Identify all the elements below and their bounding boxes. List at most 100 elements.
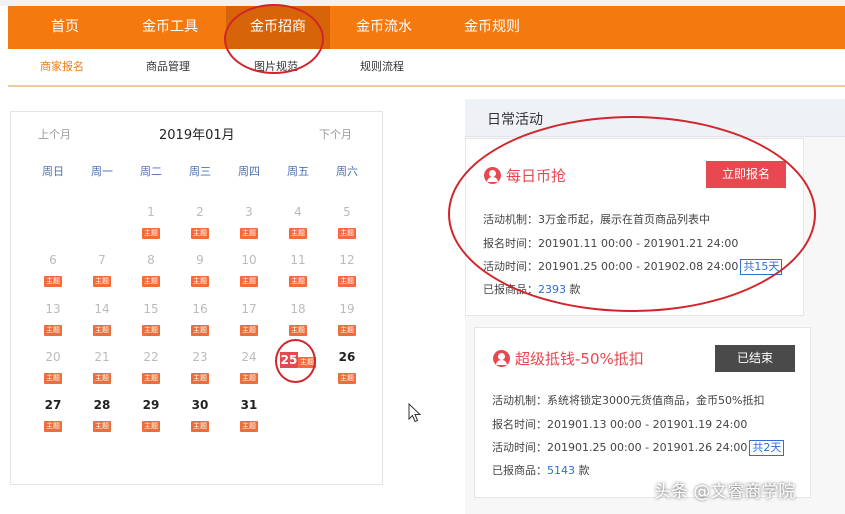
activity-card-daily: 每日币抢 立即报名 活动机制：3万金币起，展示在首页商品列表中 报名时间：201… — [465, 138, 804, 316]
calendar-day[interactable]: 1 主题 — [131, 204, 171, 239]
calendar-day[interactable]: 2 主题 — [180, 204, 220, 239]
calendar-day[interactable]: 18 主题 — [278, 301, 318, 336]
calendar-day[interactable]: 14 主题 — [82, 301, 122, 336]
next-month-button[interactable]: 下个月 — [319, 126, 352, 142]
nav-item-home[interactable]: 首页 — [30, 6, 100, 49]
calendar-day[interactable]: 29 主题 — [131, 397, 171, 432]
day-number: 18 — [290, 302, 306, 316]
weekday-label: 周二 — [140, 165, 162, 178]
theme-tag: 主题 — [191, 421, 209, 432]
day-number: 29 — [142, 398, 160, 412]
day-number: 16 — [192, 302, 208, 316]
card-goods-label: 已报商品： — [492, 464, 547, 477]
theme-tag: 主题 — [240, 276, 258, 287]
card-goods-label: 已报商品： — [483, 283, 538, 296]
card-goods: 已报商品：5143 款 — [492, 462, 590, 478]
day-number: 23 — [192, 350, 208, 364]
calendar-day[interactable]: 28 主题 — [82, 397, 122, 432]
theme-tag: 主题 — [240, 421, 258, 432]
calendar-day[interactable]: 22 主题 — [131, 349, 171, 384]
calendar-day[interactable]: 23 主题 — [180, 349, 220, 384]
card-title: 超级抵钱-50%抵扣 — [515, 350, 644, 368]
sub-nav: 商家报名 商品管理 图片规范 规则流程 — [8, 49, 845, 87]
calendar-day[interactable]: 10 主题 — [229, 252, 269, 287]
theme-tag: 主题 — [142, 421, 160, 432]
activity-header-title: 日常活动 — [487, 112, 543, 128]
calendar-day[interactable]: 21 主题 — [82, 349, 122, 384]
calendar-day[interactable]: 19 主题 — [327, 301, 367, 336]
calendar-day[interactable]: 17 主题 — [229, 301, 269, 336]
weekday-label: 周五 — [287, 165, 309, 178]
prev-month-button[interactable]: 上个月 — [38, 126, 71, 142]
calendar-day[interactable]: 12 主题 — [327, 252, 367, 287]
day-number: 6 — [49, 253, 57, 267]
calendar-day[interactable]: 5 主题 — [327, 204, 367, 239]
signup-button[interactable]: 立即报名 — [706, 161, 786, 188]
ended-button: 已结束 — [715, 345, 795, 372]
activity-header: 日常活动 — [465, 99, 845, 137]
day-number: 12 — [339, 253, 355, 267]
weekday-label: 周四 — [238, 165, 260, 178]
nav-item-coin-recruit[interactable]: 金币招商 — [226, 6, 330, 49]
calendar-day[interactable]: 13 主题 — [33, 301, 73, 336]
day-number: 15 — [143, 302, 159, 316]
card-days-badge: 共2天 — [749, 440, 785, 456]
calendar-day[interactable]: 6 主题 — [33, 252, 73, 287]
day-number: 25 — [280, 352, 298, 368]
subnav-goods-manage[interactable]: 商品管理 — [146, 49, 190, 85]
calendar-day[interactable]: 8 主题 — [131, 252, 171, 287]
calendar-title: 2019年01月 — [159, 128, 235, 143]
calendar-day[interactable]: 26 主题 — [327, 349, 367, 384]
day-number: 2 — [196, 205, 204, 219]
day-number: 5 — [343, 205, 351, 219]
theme-tag: 主题 — [338, 276, 356, 287]
card-goods-unit: 款 — [566, 283, 581, 296]
theme-tag: 主题 — [142, 325, 160, 336]
calendar-day[interactable]: 30 主题 — [180, 397, 220, 432]
calendar-day[interactable]: 31 主题 — [229, 397, 269, 432]
calendar-day[interactable]: 16 主题 — [180, 301, 220, 336]
day-number: 11 — [290, 253, 306, 267]
theme-tag: 主题 — [191, 325, 209, 336]
subnav-merchant-signup[interactable]: 商家报名 — [40, 49, 84, 85]
calendar-day[interactable]: 15 主题 — [131, 301, 171, 336]
theme-tag: 主题 — [338, 325, 356, 336]
subnav-rules-flow[interactable]: 规则流程 — [360, 49, 404, 85]
theme-tag: 主题 — [93, 421, 111, 432]
calendar-day[interactable]: 4 主题 — [278, 204, 318, 239]
nav-item-coin-rules[interactable]: 金币规则 — [446, 6, 538, 49]
day-number: 4 — [294, 205, 302, 219]
theme-tag: 主题 — [240, 228, 258, 239]
calendar-day[interactable]: 27 主题 — [33, 397, 73, 432]
day-number: 27 — [44, 398, 62, 412]
theme-tag: 主题 — [191, 373, 209, 384]
calendar-day-today[interactable]: 25 主题 — [278, 349, 318, 368]
theme-tag: 主题 — [338, 373, 356, 384]
subnav-image-spec[interactable]: 图片规范 — [254, 49, 298, 85]
day-number: 14 — [94, 302, 110, 316]
card-goods-count[interactable]: 2393 — [538, 283, 566, 296]
calendar-day[interactable]: 3 主题 — [229, 204, 269, 239]
day-number: 3 — [245, 205, 253, 219]
nav-item-coin-tools[interactable]: 金币工具 — [124, 6, 216, 49]
day-number: 19 — [339, 302, 355, 316]
card-goods-count[interactable]: 5143 — [547, 464, 575, 477]
mouse-cursor-icon — [408, 403, 421, 423]
theme-tag: 主题 — [289, 228, 307, 239]
calendar-day[interactable]: 7 主题 — [82, 252, 122, 287]
calendar-day[interactable]: 24 主题 — [229, 349, 269, 384]
day-number: 31 — [240, 398, 258, 412]
day-number: 30 — [191, 398, 209, 412]
theme-tag: 主题 — [240, 325, 258, 336]
user-icon — [484, 167, 501, 184]
day-number: 24 — [241, 350, 257, 364]
day-number: 26 — [338, 350, 356, 364]
day-number: 8 — [147, 253, 155, 267]
nav-item-coin-flow[interactable]: 金币流水 — [338, 6, 430, 49]
calendar-day[interactable]: 9 主题 — [180, 252, 220, 287]
calendar-day[interactable]: 11 主题 — [278, 252, 318, 287]
calendar-day[interactable]: 20 主题 — [33, 349, 73, 384]
day-number: 7 — [98, 253, 106, 267]
card-signup-time: 报名时间：201901.13 00:00 - 201901.19 24:00 — [492, 418, 748, 431]
calendar: 上个月 2019年01月 下个月 周日 周一 周二 周三 周四 周五 周六 1 主题 2 主题 3 主… — [10, 111, 383, 485]
